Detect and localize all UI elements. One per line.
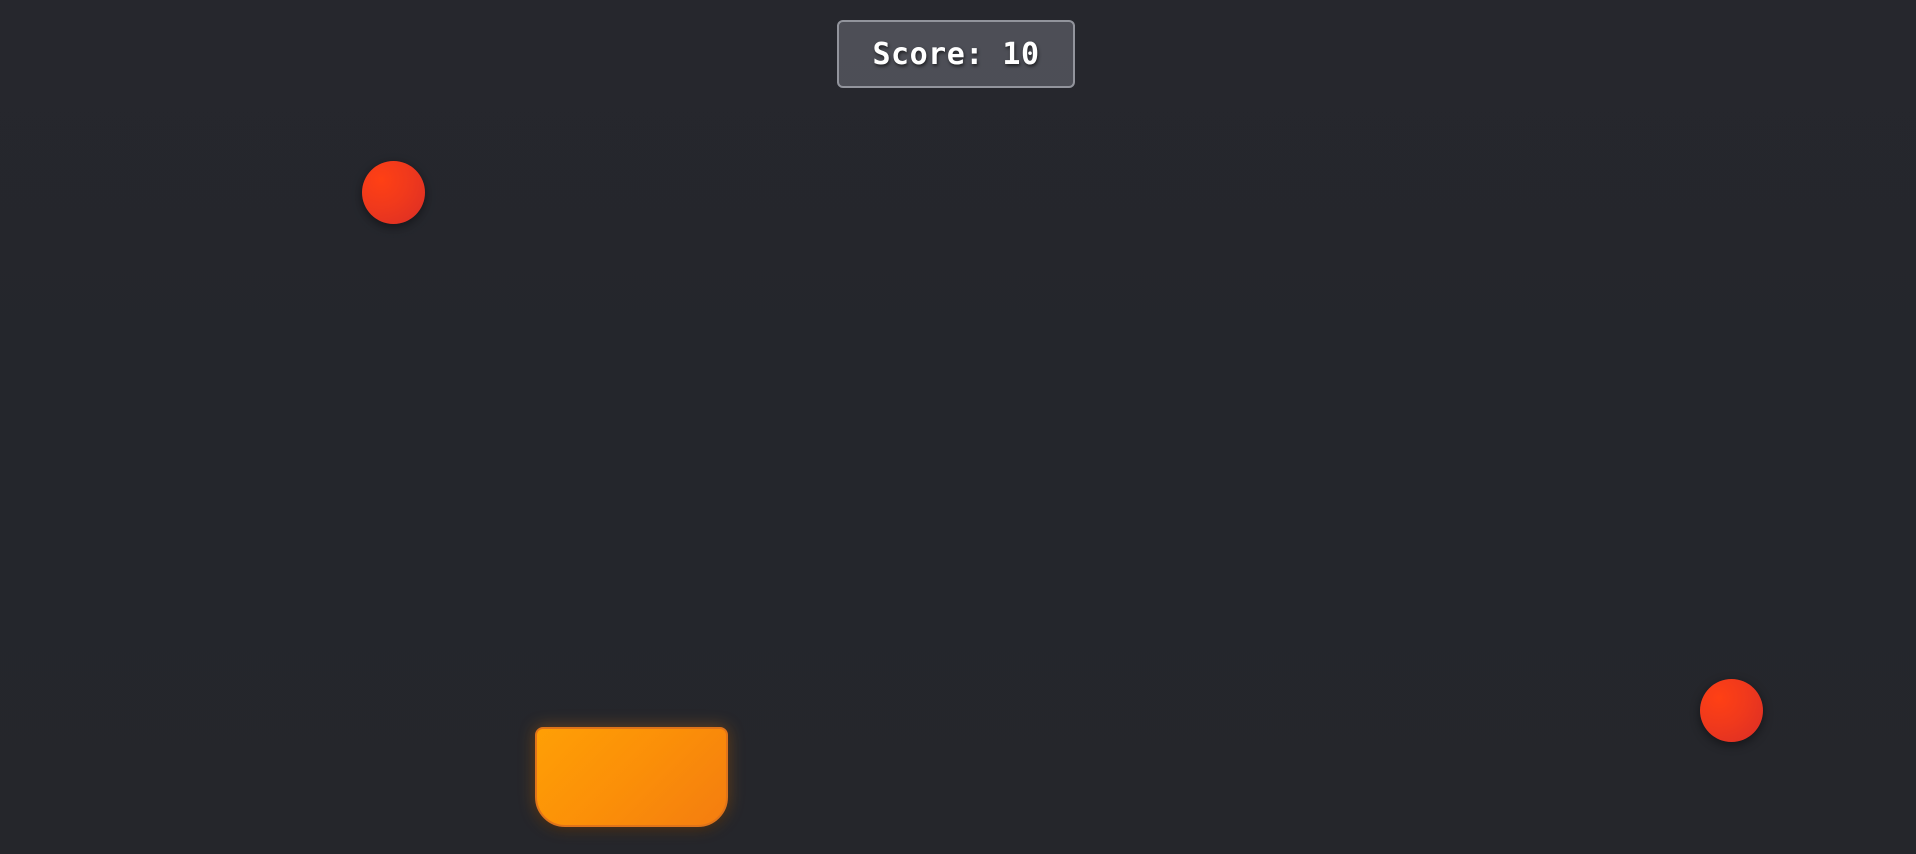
- falling-ball: [362, 161, 425, 224]
- score-text: Score: 10: [872, 36, 1040, 72]
- score-display: Score: 10: [837, 20, 1075, 88]
- falling-ball: [1700, 679, 1763, 742]
- game-area[interactable]: Score: 10: [0, 0, 1916, 854]
- catcher-paddle[interactable]: [535, 727, 728, 827]
